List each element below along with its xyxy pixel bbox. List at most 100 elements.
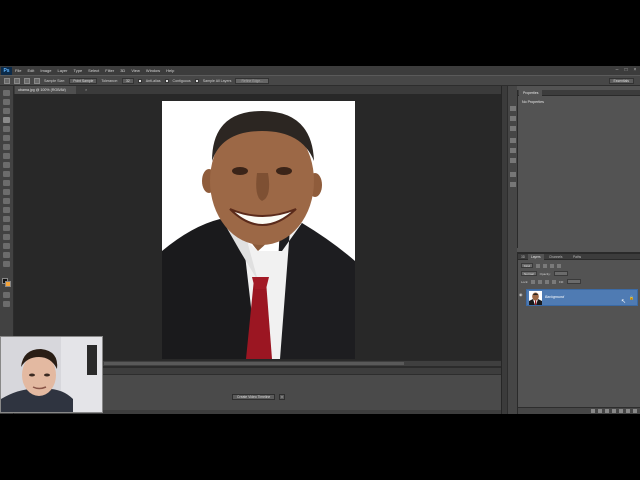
type-filter-icon[interactable] — [550, 263, 555, 268]
menu-layer[interactable]: Layer — [54, 66, 70, 75]
document-tab[interactable]: obama.jpg @ 100% (RGB/8#) — [15, 86, 76, 94]
scrollbar-thumb[interactable] — [104, 362, 404, 365]
history-brush-tool-icon[interactable] — [3, 171, 10, 177]
minimize-button[interactable]: – — [614, 67, 620, 73]
layer-name[interactable]: Background — [545, 295, 564, 299]
lock-all-icon[interactable] — [552, 279, 557, 284]
menu-select[interactable]: Select — [85, 66, 102, 75]
actions-icon[interactable] — [510, 116, 516, 121]
close-button[interactable]: × — [632, 67, 638, 73]
character-icon[interactable] — [510, 172, 516, 177]
menu-filter[interactable]: Filter — [102, 66, 117, 75]
create-video-timeline-button[interactable]: Create Video Timeline — [232, 394, 276, 400]
add-to-selection-icon[interactable] — [24, 77, 30, 84]
menu-bar: Ps File Edit Image Layer Type Select Fil… — [0, 66, 640, 75]
opacity-label: Opacity: — [539, 271, 551, 276]
swatches-icon[interactable] — [510, 138, 516, 143]
lock-label: Lock: — [521, 279, 529, 284]
properties-panel: Properties No Properties — [517, 90, 640, 248]
document-image[interactable] — [162, 101, 355, 359]
adjustment-layer-icon[interactable] — [612, 409, 616, 413]
tab-paths[interactable]: Paths — [570, 254, 584, 260]
marquee-tool-icon[interactable] — [3, 99, 10, 105]
menu-image[interactable]: Image — [37, 66, 54, 75]
lock-image-icon[interactable] — [538, 279, 543, 284]
sample-size-select[interactable]: Point Sample — [69, 77, 98, 84]
canvas-area[interactable] — [14, 94, 501, 360]
sample-all-layers-checkbox[interactable] — [194, 78, 199, 83]
lasso-tool-icon[interactable] — [3, 108, 10, 114]
eyedropper-tool-icon[interactable] — [3, 135, 10, 141]
zoom-tool-icon[interactable] — [3, 261, 10, 267]
trash-icon[interactable] — [633, 409, 637, 413]
new-selection-icon[interactable] — [14, 77, 20, 84]
tab-layers-alt[interactable]: 3D — [518, 254, 528, 260]
color-icon[interactable] — [510, 126, 516, 131]
close-document-icon[interactable]: × — [85, 86, 87, 94]
adjustments-icon[interactable] — [510, 148, 516, 153]
link-layers-icon[interactable] — [591, 409, 595, 413]
lock-icon: 🔒 — [629, 295, 634, 300]
tolerance-label: Tolerance: — [101, 78, 118, 83]
background-color-swatch[interactable] — [5, 281, 11, 287]
eraser-tool-icon[interactable] — [3, 180, 10, 186]
healing-brush-tool-icon[interactable] — [3, 144, 10, 150]
fill-input[interactable] — [566, 279, 581, 284]
layer-style-icon[interactable] — [598, 409, 602, 413]
refine-edge-button[interactable]: Refine Edge... — [235, 77, 269, 84]
contiguous-checkbox[interactable] — [164, 78, 169, 83]
kind-filter-select[interactable]: Kind — [521, 263, 534, 268]
menu-view[interactable]: View — [128, 66, 143, 75]
layer-row-background[interactable]: Background ↖ 🔒 — [526, 289, 638, 306]
chevron-down-icon[interactable]: ▾ — [279, 394, 285, 400]
styles-icon[interactable] — [510, 158, 516, 163]
menu-edit[interactable]: Edit — [24, 66, 37, 75]
menu-3d[interactable]: 3D — [117, 66, 128, 75]
menu-file[interactable]: File — [12, 66, 24, 75]
clone-stamp-tool-icon[interactable] — [3, 162, 10, 168]
magic-wand-tool-icon[interactable] — [3, 117, 10, 123]
path-selection-tool-icon[interactable] — [3, 234, 10, 240]
menu-help[interactable]: Help — [163, 66, 177, 75]
new-group-icon[interactable] — [619, 409, 623, 413]
eye-icon[interactable]: ◉ — [519, 292, 523, 297]
lock-pixels-icon[interactable] — [531, 279, 536, 284]
fill-label: Fill: — [559, 279, 564, 284]
workspace-select[interactable]: Essentials — [608, 78, 634, 84]
shape-tool-icon[interactable] — [3, 243, 10, 249]
webcam-overlay — [0, 336, 103, 413]
brush-tool-icon[interactable] — [3, 153, 10, 159]
type-tool-icon[interactable] — [3, 225, 10, 231]
anti-alias-checkbox[interactable] — [137, 78, 142, 83]
blend-mode-select[interactable]: Normal — [521, 271, 537, 276]
maximize-button[interactable]: □ — [623, 67, 629, 73]
gradient-tool-icon[interactable] — [3, 189, 10, 195]
tab-layers[interactable]: Layers — [528, 254, 544, 260]
quick-mask-icon[interactable] — [3, 292, 10, 298]
menu-type[interactable]: Type — [71, 66, 86, 75]
shape-filter-icon[interactable] — [557, 263, 562, 268]
subtract-selection-icon[interactable] — [34, 77, 40, 84]
pixel-filter-icon[interactable] — [536, 263, 541, 268]
window-controls: – □ × — [614, 67, 638, 73]
paragraph-icon[interactable] — [510, 182, 516, 187]
blur-tool-icon[interactable] — [3, 198, 10, 204]
history-icon[interactable] — [510, 106, 516, 111]
move-tool-icon[interactable] — [3, 90, 10, 96]
screen-mode-icon[interactable] — [3, 301, 10, 307]
opacity-input[interactable] — [553, 271, 568, 276]
options-bar: Sample Size: Point Sample Tolerance: 32 … — [0, 75, 640, 86]
hand-tool-icon[interactable] — [3, 252, 10, 258]
layer-mask-icon[interactable] — [605, 409, 609, 413]
lock-position-icon[interactable] — [545, 279, 550, 284]
tolerance-input[interactable]: 32 — [121, 77, 134, 84]
tab-channels[interactable]: Channels — [546, 254, 565, 260]
menu-window[interactable]: Window — [143, 66, 163, 75]
crop-tool-icon[interactable] — [3, 126, 10, 132]
adjustment-filter-icon[interactable] — [543, 263, 548, 268]
dodge-tool-icon[interactable] — [3, 207, 10, 213]
new-layer-icon[interactable] — [626, 409, 630, 413]
pen-tool-icon[interactable] — [3, 216, 10, 222]
tab-properties[interactable]: Properties — [519, 90, 543, 96]
magic-wand-tool-icon[interactable] — [4, 77, 10, 84]
